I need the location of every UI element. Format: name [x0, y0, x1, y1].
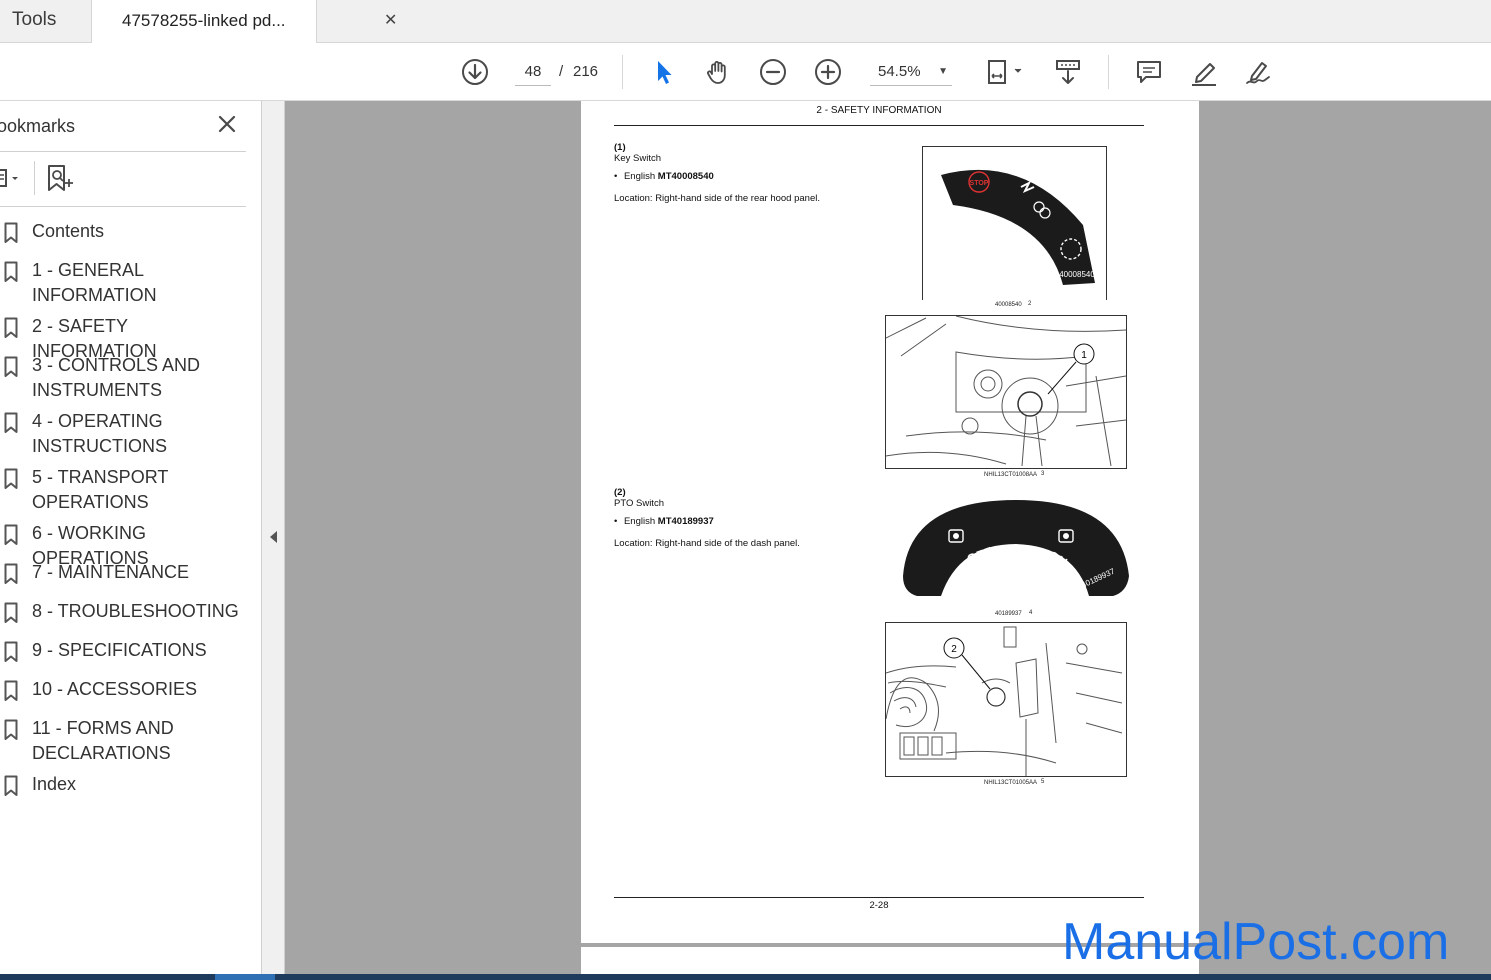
- bookmark-label: 5 - TRANSPORT OPERATIONS: [32, 467, 169, 512]
- bookmark-label: 8 - TROUBLESHOOTING: [32, 601, 239, 621]
- zoom-value: 54.5%: [878, 63, 921, 80]
- bookmark-options-icon[interactable]: [0, 164, 26, 194]
- bookmarks-toolbar: [0, 159, 246, 199]
- bookmark-icon: [4, 563, 18, 584]
- add-bookmark-icon[interactable]: [46, 163, 76, 195]
- tab-document-label: 47578255-linked pd...: [122, 11, 286, 30]
- close-icon[interactable]: [214, 111, 240, 137]
- figure-key-switch-location: 1: [885, 315, 1127, 469]
- zoom-in-icon[interactable]: [811, 55, 845, 89]
- toolbar-divider: [622, 55, 623, 89]
- fit-page-icon[interactable]: [980, 55, 1030, 89]
- taskbar-strip: [0, 974, 1491, 980]
- decal-number: 40008540: [1059, 270, 1095, 279]
- tab-tools[interactable]: Tools: [0, 0, 91, 43]
- bookmark-icon: [4, 641, 18, 662]
- decal-code: MT40189937: [657, 516, 714, 527]
- bookmarks-panel: ookmarks Contents 1 - GENERAL INFORMATIO…: [0, 101, 262, 980]
- collapse-panel-handle[interactable]: [262, 101, 285, 974]
- section-2-title: PTO Switch: [614, 498, 664, 509]
- bookmark-icon: [4, 261, 18, 282]
- scroll-mode-icon[interactable]: [1051, 55, 1085, 89]
- decal-stop-label: STOP: [970, 180, 989, 187]
- page-number: 2-28: [869, 900, 889, 911]
- divider: [0, 206, 246, 207]
- bookmark-label: 3 - CONTROLS AND INSTRUMENTS: [32, 355, 201, 400]
- sign-icon[interactable]: [1241, 55, 1275, 89]
- bookmark-label: 4 - OPERATING INSTRUCTIONS: [32, 411, 167, 456]
- bookmark-icon: [4, 719, 18, 740]
- bookmark-label: 1 - GENERAL INFORMATION: [32, 260, 157, 305]
- tab-bar: Tools 47578255-linked pd... ✕: [0, 0, 1491, 44]
- decal-arc: [941, 169, 1095, 285]
- callout-1: 1: [1081, 350, 1087, 361]
- page-number-input[interactable]: [515, 58, 551, 86]
- figure-caption: NHIL13CT01008AA: [984, 472, 1038, 478]
- bookmark-label: Index: [32, 774, 77, 794]
- bookmark-label: 9 - SPECIFICATIONS: [32, 640, 207, 660]
- section-2-language: • English MT40189937: [614, 516, 714, 527]
- figure-caption: NHIL13CT01005AA: [984, 780, 1038, 786]
- callout-2: 2: [951, 644, 957, 655]
- download-icon[interactable]: [458, 55, 492, 89]
- bookmark-label: 11 - FORMS AND DECLARATIONS: [32, 718, 174, 763]
- bookmark-icon: [4, 468, 18, 489]
- bookmark-icon: [4, 775, 18, 796]
- page-separator: /: [559, 63, 564, 80]
- figure-pto-switch-location: 2: [885, 622, 1127, 777]
- figure-caption: 40008540: [995, 302, 1022, 308]
- document-viewport[interactable]: 2 - SAFETY INFORMATION (1) Key Switch • …: [285, 101, 1491, 974]
- bookmark-label: 7 - MAINTENANCE: [32, 562, 190, 582]
- close-tab-icon[interactable]: ✕: [384, 10, 397, 30]
- chevron-down-icon: ▼: [938, 66, 948, 77]
- bookmark-icon: [4, 602, 18, 623]
- section-1-location: Location: Right-hand side of the rear ho…: [614, 193, 820, 204]
- section-1-title: Key Switch: [614, 153, 661, 164]
- divider: [34, 161, 35, 195]
- pdf-viewer-app: Tools 47578255-linked pd... ✕ / 216 54.5…: [0, 0, 1491, 980]
- figure-number: 4: [1029, 610, 1033, 616]
- total-pages: 216: [573, 63, 599, 80]
- figure-pto-switch-decal: OFF ON 40189937: [899, 496, 1133, 601]
- chevron-left-icon: [270, 531, 277, 543]
- footer-rule: [614, 897, 1144, 898]
- bookmark-icon: [4, 412, 18, 433]
- page-header: 2 - SAFETY INFORMATION: [816, 105, 942, 116]
- bookmark-label: Contents: [32, 221, 105, 241]
- select-arrow-icon[interactable]: [646, 55, 680, 89]
- highlight-icon[interactable]: [1187, 55, 1221, 89]
- divider: [0, 151, 246, 152]
- figure-number: 3: [1041, 471, 1045, 477]
- language-label: English: [623, 171, 658, 182]
- zoom-select[interactable]: 54.5% ▼: [870, 58, 952, 86]
- figure-number: 5: [1041, 779, 1045, 785]
- section-2-location: Location: Right-hand side of the dash pa…: [614, 538, 800, 549]
- figure-caption: 40189937: [995, 611, 1022, 617]
- bookmark-label: 10 - ACCESSORIES: [32, 679, 198, 699]
- bookmark-icon: [4, 317, 18, 338]
- bookmark-icon: [4, 680, 18, 701]
- figure-key-switch-decal: STOP 40008540: [922, 146, 1107, 300]
- section-1-language: • English MT40008540: [614, 171, 714, 182]
- watermark-text: ManualPost.com: [1062, 913, 1450, 971]
- bookmarks-title: ookmarks: [0, 116, 76, 136]
- toolbar: / 216 54.5% ▼: [0, 43, 1491, 101]
- tab-document[interactable]: 47578255-linked pd... ✕: [91, 0, 397, 44]
- pdf-page: 2 - SAFETY INFORMATION (1) Key Switch • …: [581, 101, 1199, 943]
- bookmark-icon: [4, 222, 18, 243]
- toolbar-divider: [1108, 55, 1109, 89]
- hand-icon[interactable]: [701, 55, 735, 89]
- language-label: English: [623, 516, 658, 527]
- header-rule: [614, 125, 1144, 126]
- bookmark-icon: [4, 356, 18, 377]
- zoom-out-icon[interactable]: [756, 55, 790, 89]
- figure-number: 2: [1028, 301, 1032, 307]
- decal-code: MT40008540: [657, 171, 714, 182]
- bookmark-icon: [4, 524, 18, 545]
- comment-icon[interactable]: [1132, 55, 1166, 89]
